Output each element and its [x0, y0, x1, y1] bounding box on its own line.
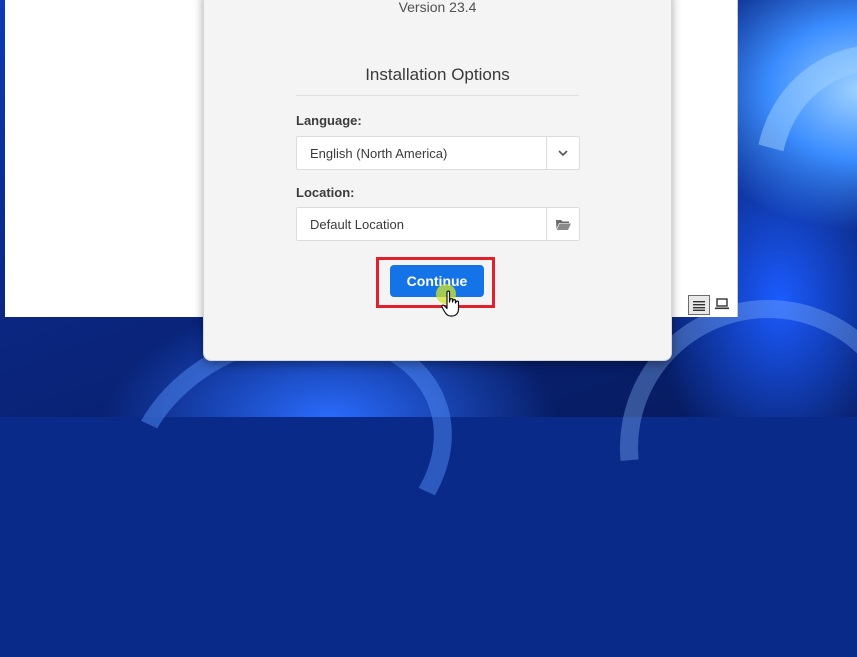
location-field[interactable]: Default Location [296, 207, 580, 241]
language-value: English (North America) [310, 145, 448, 161]
installation-options-title: Installation Options [365, 65, 510, 84]
version-text: Version 23.4 [398, 0, 477, 15]
screen-view-icon[interactable] [712, 295, 732, 313]
view-toggle [688, 295, 732, 315]
hand-cursor-icon [441, 290, 460, 317]
folder-icon[interactable] [546, 208, 579, 240]
chevron-down-icon[interactable] [546, 137, 579, 169]
highlight-annotation [376, 257, 495, 308]
language-label: Language: [296, 113, 362, 128]
location-label: Location: [296, 185, 355, 200]
language-select[interactable]: English (North America) [296, 136, 580, 170]
title-divider [296, 95, 579, 96]
list-view-icon[interactable] [688, 295, 710, 315]
location-value: Default Location [310, 216, 404, 232]
